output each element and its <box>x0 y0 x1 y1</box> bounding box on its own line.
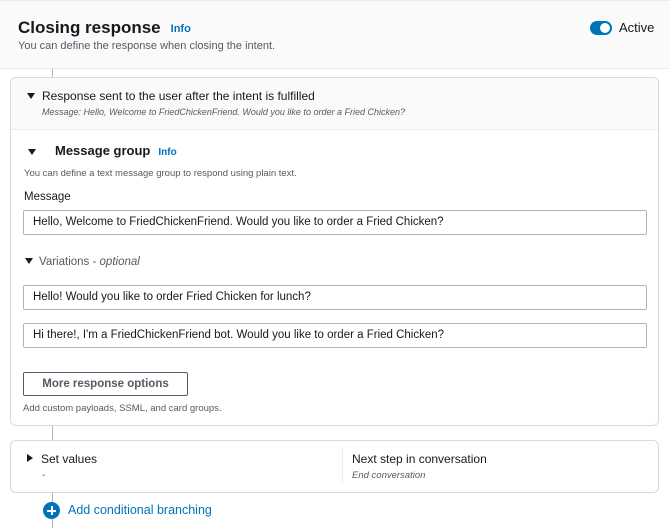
flow-connector-end <box>52 519 53 528</box>
response-title: Response sent to the user after the inte… <box>42 89 315 103</box>
set-values-label[interactable]: Set values <box>41 452 97 466</box>
chevron-right-icon[interactable] <box>27 454 33 462</box>
section-description: You can define the response when closing… <box>18 40 276 52</box>
message-group-description: You can define a text message group to r… <box>24 168 297 179</box>
set-values-card: Set values - Next step in conversation E… <box>10 440 659 493</box>
flow-connector-top <box>52 69 53 77</box>
next-step-value: End conversation <box>352 470 426 481</box>
flow-connector-middle <box>52 426 53 440</box>
variations-label: Variations <box>39 256 90 268</box>
section-title-text: Closing response <box>18 18 161 37</box>
message-label: Message <box>24 191 71 203</box>
message-group-title: Message group Info <box>55 143 177 158</box>
more-options-description: Add custom payloads, SSML, and card grou… <box>23 403 222 414</box>
variation-input-1[interactable]: Hello! Would you like to order Fried Chi… <box>23 285 647 310</box>
variations-toggle[interactable]: Variations - optional <box>25 256 140 268</box>
closing-response-header: Closing response Info You can define the … <box>0 0 670 69</box>
variation-input-2[interactable]: Hi there!, I'm a FriedChickenFriend bot.… <box>23 323 647 348</box>
column-divider <box>342 449 343 483</box>
plus-circle-icon[interactable] <box>43 502 60 519</box>
next-step-label: Next step in conversation <box>352 452 487 466</box>
chevron-down-icon <box>27 93 35 99</box>
toggle-knob <box>600 23 610 33</box>
section-title: Closing response Info <box>18 18 191 38</box>
active-toggle[interactable] <box>590 21 612 35</box>
add-conditional-branching-link[interactable]: Add conditional branching <box>68 503 212 517</box>
message-group-title-text: Message group <box>55 143 151 158</box>
flow-connector-bottom <box>52 493 53 502</box>
variations-optional: optional <box>99 256 140 268</box>
response-card: Response sent to the user after the inte… <box>10 77 659 426</box>
response-summary: Message: Hello, Welcome to FriedChickenF… <box>42 107 405 117</box>
chevron-down-icon <box>25 258 33 264</box>
set-values-value: - <box>42 470 46 481</box>
message-group-info-link[interactable]: Info <box>158 147 176 158</box>
response-card-header[interactable]: Response sent to the user after the inte… <box>11 78 658 130</box>
message-input[interactable]: Hello, Welcome to FriedChickenFriend. Wo… <box>23 210 647 235</box>
more-response-options-button[interactable]: More response options <box>23 372 188 396</box>
chevron-down-icon[interactable] <box>28 149 36 155</box>
info-link[interactable]: Info <box>171 23 191 35</box>
active-toggle-label: Active <box>619 20 655 35</box>
